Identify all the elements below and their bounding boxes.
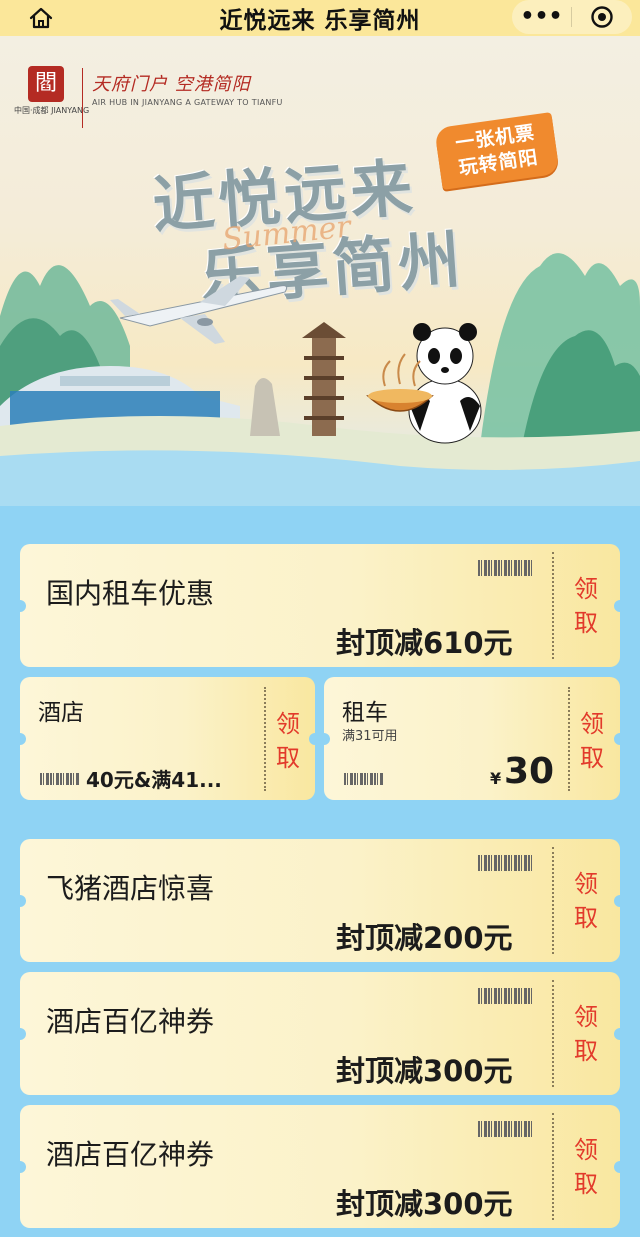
coupon-name: 飞猪酒店惊喜 xyxy=(46,872,215,905)
currency-symbol: ¥ xyxy=(490,769,502,788)
more-menu-button[interactable]: ••• xyxy=(512,2,571,32)
claim-button[interactable]: 领 取 xyxy=(568,1133,604,1201)
coupon-discount: 封顶减300元 xyxy=(336,1054,513,1088)
logo-caption: 中国·成都 JIANYANG xyxy=(14,106,90,115)
claim-button[interactable]: 领 取 xyxy=(568,572,604,640)
promo-banner: 閻 中国·成都 JIANYANG 天府门户 空港简阳 AIR HUB IN JI… xyxy=(0,36,640,506)
jianyang-logo: 閻 中国·成都 JIANYANG xyxy=(14,66,90,136)
logo-divider xyxy=(82,68,83,128)
mini-program-capsule: ••• xyxy=(512,0,632,34)
slogan-english: AIR HUB IN JIANYANG A GATEWAY TO TIANFU xyxy=(92,98,283,107)
airplane-icon xyxy=(110,276,288,344)
barcode-icon xyxy=(478,1121,532,1137)
barcode-icon xyxy=(344,773,384,785)
barcode-icon xyxy=(478,560,532,576)
panda-icon xyxy=(408,323,482,444)
coupon-card[interactable]: 酒店百亿神券 封顶减300元 领 取 xyxy=(20,972,620,1095)
claim-char: 领 xyxy=(574,1003,598,1031)
claim-button[interactable]: 领 取 xyxy=(568,867,604,935)
coupon-name: 酒店 xyxy=(38,700,84,726)
pagoda-icon xyxy=(302,322,346,436)
coupon-card-small[interactable]: 租车 满31可用 ¥ 30 领 取 xyxy=(324,677,620,800)
claim-button[interactable]: 领 取 xyxy=(574,707,610,775)
claim-button[interactable]: 领 取 xyxy=(270,707,306,775)
coupon-name: 国内租车优惠 xyxy=(46,577,215,610)
coupon-condition: 满31可用 xyxy=(342,729,398,744)
coupon-card-small[interactable]: 酒店 40元&满41... 领 取 xyxy=(20,677,315,800)
coupon-card[interactable]: 酒店百亿神券 封顶减300元 领 取 xyxy=(20,1105,620,1228)
promo-badge: 一张机票 玩转简阳 xyxy=(434,112,560,190)
barcode-icon xyxy=(40,773,80,785)
slogan-chinese: 天府门户 空港简阳 xyxy=(92,74,251,95)
claim-button[interactable]: 领 取 xyxy=(568,1000,604,1068)
coupon-name: 酒店百亿神券 xyxy=(46,1138,215,1171)
claim-char: 取 xyxy=(574,1037,598,1065)
tourism-illustration xyxy=(0,253,640,506)
coupon-discount: 40元&满41... xyxy=(86,768,222,792)
coupon-divider xyxy=(552,1113,554,1220)
coupon-name: 酒店百亿神券 xyxy=(46,1005,215,1038)
claim-char: 取 xyxy=(574,904,598,932)
claim-char: 领 xyxy=(574,870,598,898)
barcode-icon xyxy=(478,988,532,1004)
coupon-divider xyxy=(552,847,554,954)
claim-char: 领 xyxy=(574,575,598,603)
coupon-discount: 封顶减300元 xyxy=(336,1187,513,1221)
page-title: 近悦远来 乐享简州 xyxy=(219,8,421,34)
barcode-icon xyxy=(478,855,532,871)
claim-char: 取 xyxy=(574,609,598,637)
claim-char: 领 xyxy=(580,710,604,738)
coupon-divider xyxy=(264,687,266,791)
coupon-divider xyxy=(552,552,554,659)
claim-char: 取 xyxy=(580,744,604,772)
target-close-icon xyxy=(590,6,613,28)
coupon-name: 租车 xyxy=(342,700,388,726)
coupon-amount: 30 xyxy=(504,751,555,792)
claim-char: 领 xyxy=(574,1136,598,1164)
coupon-discount: 封顶减610元 xyxy=(336,626,513,660)
home-icon[interactable] xyxy=(26,4,56,32)
coupon-divider xyxy=(552,980,554,1087)
coupon-card[interactable]: 飞猪酒店惊喜 封顶减200元 领 取 xyxy=(20,839,620,962)
claim-char: 取 xyxy=(276,744,300,772)
coupon-card[interactable]: 国内租车优惠 封顶减610元 领 取 xyxy=(20,544,620,667)
claim-char: 领 xyxy=(276,710,300,738)
top-nav-bar: 近悦远来 乐享简州 ••• xyxy=(0,0,640,36)
close-mini-program-button[interactable] xyxy=(572,5,631,29)
coupon-discount: 封顶减200元 xyxy=(336,921,513,955)
claim-char: 取 xyxy=(574,1170,598,1198)
coupon-divider xyxy=(568,687,570,791)
logo-seal-icon: 閻 xyxy=(28,66,64,102)
